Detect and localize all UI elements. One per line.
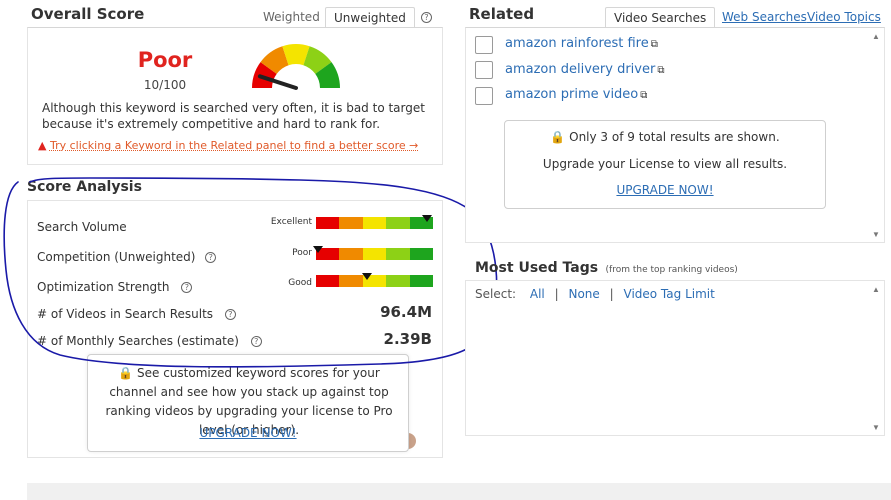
optimization-label: Optimization Strength ? [37,280,193,294]
related-checkbox-3[interactable] [475,87,493,105]
separator: | [554,287,559,301]
competition-info-icon[interactable]: ? [205,252,217,263]
optimization-info-icon[interactable]: ? [181,282,193,293]
related-link-2-text: amazon delivery driver [505,62,656,77]
score-description: Although this keyword is searched very o… [42,101,425,131]
monthly-searches-value: 2.39B [383,330,432,348]
chevron-down-icon[interactable]: ▼ [872,230,880,239]
search-volume-bar [316,215,434,229]
score-analysis-title: Score Analysis [27,179,142,195]
external-link-icon: ⧉ [650,39,658,50]
tags-select-none[interactable]: None [568,287,599,301]
related-link-1[interactable]: amazon rainforest fire ⧉ [505,36,658,51]
score-rating: Poor [137,48,193,72]
video-tag-limit-link[interactable]: Video Tag Limit [624,287,715,301]
separator: | [609,287,614,301]
search-volume-scale: Excellent [270,217,312,227]
monthly-searches-label: # of Monthly Searches (estimate) ? [37,334,262,348]
monthly-searches-label-text: # of Monthly Searches (estimate) [37,334,239,348]
related-title: Related [469,5,535,23]
tab-video-topics[interactable]: Video Topics [807,10,881,24]
tags-title: Most Used Tags [475,260,599,276]
tab-video-searches[interactable]: Video Searches [605,7,716,29]
chevron-down-icon[interactable]: ▼ [872,423,880,432]
related-notice-line: 🔒 Only 3 of 9 total results are shown. [505,130,825,144]
competition-bar [313,246,434,260]
score-analysis-panel: Search Volume Excellent Competition (Unw… [27,200,443,458]
chevron-up-icon[interactable]: ▲ [872,285,880,294]
score-gauge [252,44,340,90]
tags-subtitle: (from the top ranking videos) [605,265,738,275]
warning-icon: ▲ [38,139,47,152]
tab-unweighted[interactable]: Unweighted [325,7,415,29]
optimization-scale: Good [288,278,312,288]
related-link-3-text: amazon prime video [505,87,639,102]
chevron-up-icon[interactable]: ▲ [872,32,880,41]
overall-info-icon[interactable]: ? [421,9,432,27]
search-volume-marker [422,215,433,222]
competition-scale: Poor [292,248,312,258]
tags-select-all[interactable]: All [530,287,545,301]
optimization-bar [316,273,434,287]
upsell-box: 🔒 See customized keyword scores for your… [87,354,409,452]
tags-select-row: Select: All | None | Video Tag Limit [475,287,715,301]
tags-select-label: Select: [475,287,517,301]
optimization-label-text: Optimization Strength [37,280,170,294]
related-notice-sub: Upgrade your License to view all results… [542,157,788,171]
competition-label-text: Competition (Unweighted) [37,250,196,264]
videos-count-label: # of Videos in Search Results ? [37,307,236,321]
related-limit-notice: 🔒 Only 3 of 9 total results are shown. U… [504,120,826,209]
related-notice-text: Only 3 of 9 total results are shown. [569,130,780,144]
external-link-icon: ⧉ [657,65,665,76]
competition-marker [313,246,324,253]
related-upgrade-link[interactable]: UPGRADE NOW! [505,183,825,197]
related-checkbox-2[interactable] [475,61,493,79]
bottom-strip [27,483,891,500]
lock-icon: 🔒 [118,366,134,380]
score-value: 10/100 [143,78,187,92]
optimization-marker [362,273,373,280]
external-link-icon: ⧉ [640,90,648,101]
related-link-2[interactable]: amazon delivery driver ⧉ [505,62,664,77]
competition-label: Competition (Unweighted) ? [37,250,217,264]
search-volume-label: Search Volume [37,220,127,234]
better-score-hint-text: Try clicking a Keyword in the Related pa… [49,139,419,152]
overall-score-panel: Poor 10/100 Although this keyword is sea… [27,27,443,165]
related-link-3[interactable]: amazon prime video ⧉ [505,87,647,102]
tags-header: Most Used Tags (from the top ranking vid… [475,259,738,277]
lock-icon: 🔒 [550,130,566,144]
videos-info-icon[interactable]: ? [224,309,236,320]
better-score-hint[interactable]: ▲ Try clicking a Keyword in the Related … [38,139,418,152]
videos-count-value: 96.4M [380,303,432,321]
related-link-1-text: amazon rainforest fire [505,36,649,51]
tab-web-searches[interactable]: Web Searches [722,10,807,24]
overall-score-title: Overall Score [31,5,145,23]
monthly-info-icon[interactable]: ? [250,336,262,347]
upsell-upgrade-link[interactable]: UPGRADE NOW! [88,426,408,440]
tags-panel: Select: All | None | Video Tag Limit ▲ ▼ [465,280,885,436]
related-panel: amazon rainforest fire ⧉ amazon delivery … [465,27,885,243]
videos-count-label-text: # of Videos in Search Results [37,307,214,321]
related-checkbox-1[interactable] [475,36,493,54]
tab-weighted[interactable]: Weighted [263,10,320,24]
